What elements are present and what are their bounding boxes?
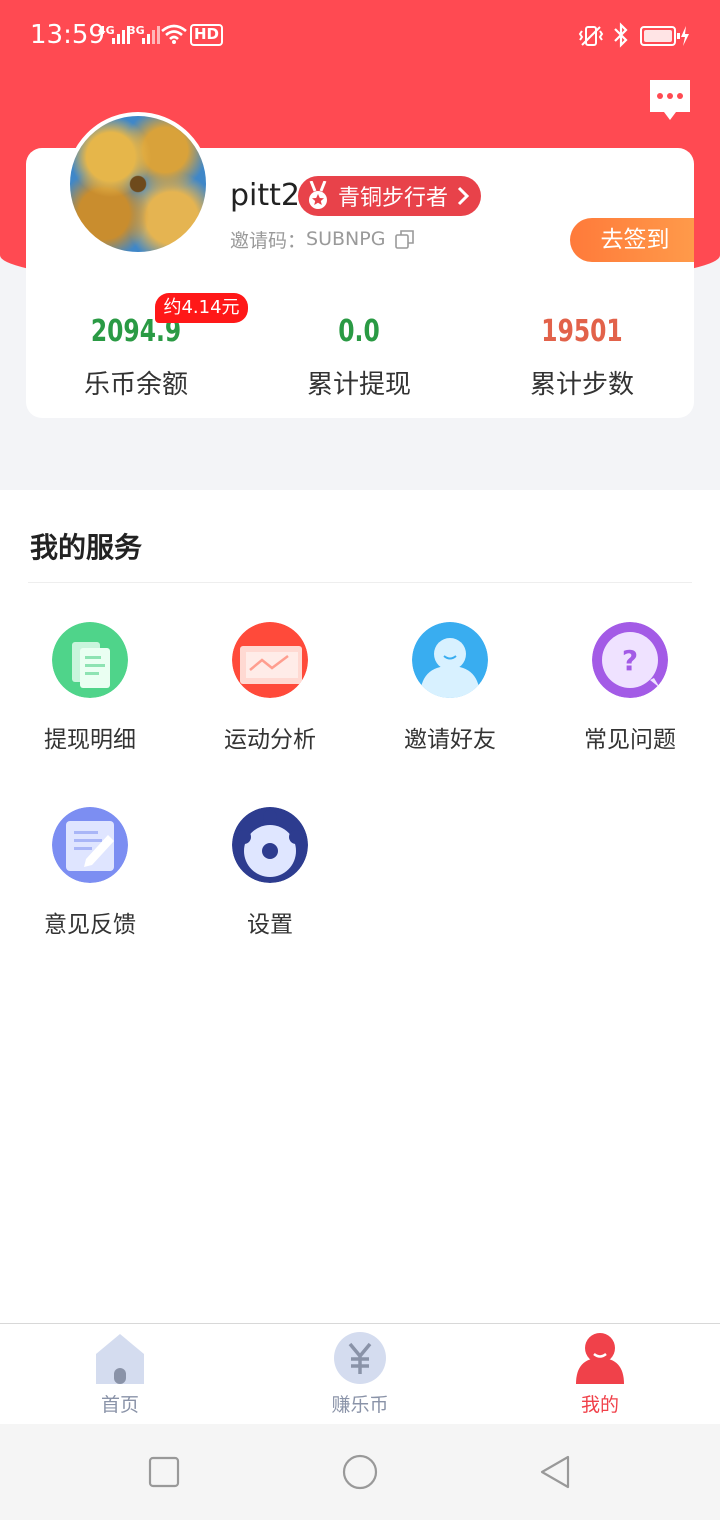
profile-icon (576, 1333, 624, 1384)
medal-icon (309, 181, 327, 209)
stat-label: 乐币余额 (83, 370, 188, 400)
vibrate-icon (578, 26, 604, 46)
battery-icon (640, 26, 680, 46)
copy-icon[interactable] (395, 229, 415, 249)
user-icon (412, 622, 488, 698)
nav-tab-earn[interactable]: 赚乐币 (300, 1324, 420, 1424)
wifi-icon (161, 24, 187, 44)
stat-label: 累计提现 (306, 370, 411, 400)
service-label: 提现明细 (44, 727, 136, 753)
service-invite-friends[interactable]: 邀请好友 (360, 622, 540, 782)
invite-code-value: SUBNPG (306, 228, 386, 250)
services-title: 我的服务 (30, 531, 143, 564)
hd-icon: HD (190, 24, 224, 46)
service-withdraw-details[interactable]: 提现明细 (0, 622, 180, 782)
question-icon: ? (592, 622, 668, 698)
level-badge-label: 青铜步行者 (338, 186, 449, 211)
nav-tab-mine[interactable]: 我的 (540, 1324, 660, 1424)
service-label: 运动分析 (224, 727, 316, 753)
bluetooth-icon (614, 22, 628, 48)
chevron-right-icon (457, 186, 470, 206)
invite-code-label: 邀请码： (230, 229, 307, 252)
nav-label: 赚乐币 (331, 1394, 389, 1416)
service-sport-analysis[interactable]: 运动分析 (180, 622, 360, 782)
invite-code-row: 邀请码： SUBNPG (230, 226, 415, 252)
stat-total-steps[interactable]: 19501 累计步数 (472, 312, 692, 401)
stat-value: 0.0 (338, 314, 380, 349)
avatar[interactable] (66, 112, 210, 256)
service-faq[interactable]: ? 常见问题 (540, 622, 720, 782)
document-icon (52, 622, 128, 698)
services-section: 我的服务 提现明细 运动分析 邀请好友 ? 常见问题 意见反馈 设置 (0, 490, 720, 1323)
stat-balance[interactable]: 2094.9 乐币余额 (26, 312, 246, 401)
stat-total-withdrawn[interactable]: 0.0 累计提现 (249, 312, 469, 401)
nav-tab-home[interactable]: 首页 (60, 1324, 180, 1424)
divider (28, 582, 692, 583)
service-label: 常见问题 (584, 727, 676, 753)
level-badge[interactable]: 青铜步行者 (298, 176, 481, 216)
status-bar: 13:59 4G 3G HD (0, 0, 720, 76)
charging-icon (681, 26, 689, 46)
service-label: 意见反馈 (44, 912, 136, 938)
message-button[interactable] (646, 76, 694, 124)
edit-note-icon (52, 807, 128, 883)
gear-icon (232, 807, 308, 883)
stat-value: 19501 (541, 314, 623, 349)
chart-icon (232, 622, 308, 698)
svg-text:?: ? (622, 644, 638, 677)
stat-label: 累计步数 (529, 370, 634, 400)
approx-value-badge: 约4.14元 (155, 293, 248, 323)
service-label: 邀请好友 (404, 727, 496, 753)
home-icon (96, 1334, 144, 1384)
system-navigation-bar (0, 1424, 720, 1520)
nav-label: 我的 (580, 1394, 619, 1416)
signal-3g-icon: 3G (128, 24, 160, 46)
checkin-button[interactable]: 去签到 (570, 218, 694, 262)
home-circle-icon[interactable] (342, 1454, 378, 1490)
service-feedback[interactable]: 意见反馈 (0, 807, 180, 967)
service-settings[interactable]: 设置 (180, 807, 360, 967)
bottom-navigation: 首页 赚乐币 我的 (0, 1323, 720, 1424)
nav-label: 首页 (100, 1394, 139, 1416)
username: pitt2 (230, 178, 300, 213)
service-label: 设置 (247, 912, 293, 938)
back-icon[interactable] (538, 1454, 574, 1490)
recent-apps-icon[interactable] (146, 1454, 182, 1490)
yen-coin-icon (334, 1332, 386, 1384)
signal-4g-icon: 4G (98, 24, 130, 46)
status-time: 13:59 (30, 20, 105, 50)
